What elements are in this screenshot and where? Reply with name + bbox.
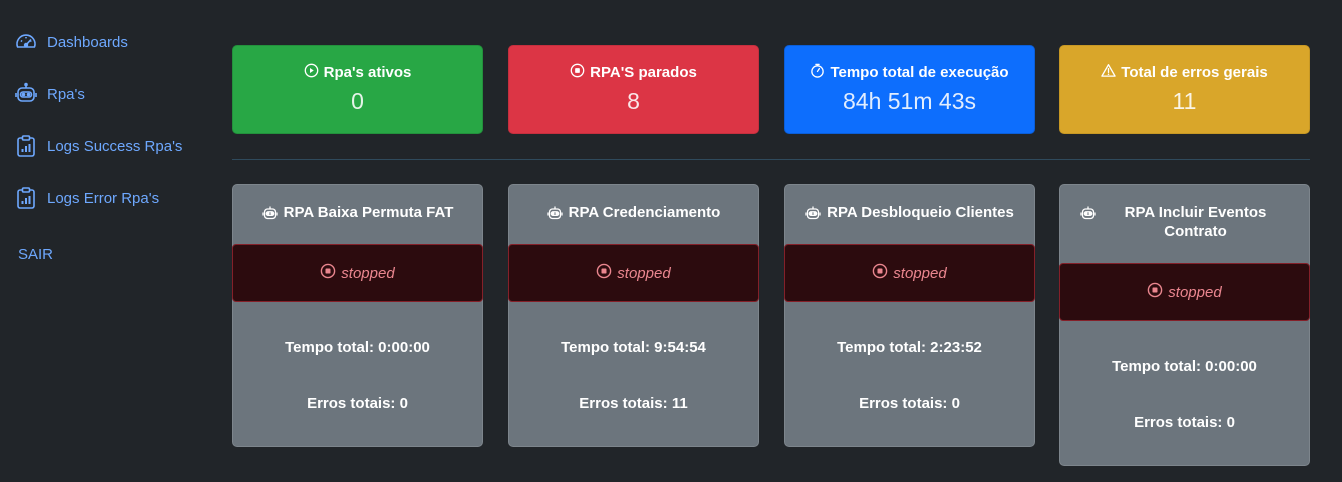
rpa-name: RPA Desbloqueio Clientes xyxy=(827,204,1014,221)
sidebar-item-label: Logs Success Rpa's xyxy=(47,137,183,155)
stat-title: Rpa's ativos xyxy=(323,64,412,81)
sidebar-item-dashboards[interactable]: Dashboards xyxy=(14,30,128,54)
logout-link[interactable]: SAIR xyxy=(18,246,53,263)
stat-value: 8 xyxy=(627,88,640,114)
total-time: Tempo total: 2:23:52 xyxy=(837,339,982,356)
status-badge: stopped xyxy=(1059,263,1310,321)
clipboard-chart-icon xyxy=(14,186,38,210)
stop-circle-icon xyxy=(596,263,612,283)
stop-circle-icon xyxy=(570,63,585,82)
robot-icon xyxy=(1080,203,1096,226)
sidebar-item-label: Rpa's xyxy=(47,85,85,103)
rpa-card[interactable]: RPA Desbloqueio Clientes stopped Tempo t… xyxy=(784,184,1035,447)
stat-card-execution-time: Tempo total de execução 84h 51m 43s xyxy=(784,45,1035,134)
stat-title: RPA'S parados xyxy=(590,64,697,81)
rpa-name: RPA Baixa Permuta FAT xyxy=(283,204,454,221)
status-text: stopped xyxy=(893,264,947,282)
total-errors: Erros totais: 0 xyxy=(1134,414,1235,431)
rpa-card[interactable]: RPA Credenciamento stopped Tempo total: … xyxy=(508,184,759,447)
stat-value: 0 xyxy=(351,88,364,114)
robot-icon xyxy=(805,203,821,226)
stopwatch-icon xyxy=(810,63,825,82)
stat-value: 84h 51m 43s xyxy=(843,88,976,114)
status-text: stopped xyxy=(617,264,671,282)
rpa-card[interactable]: RPA Incluir Eventos Contrato stopped Tem… xyxy=(1059,184,1310,466)
stop-circle-icon xyxy=(872,263,888,283)
total-time: Tempo total: 0:00:00 xyxy=(1112,358,1257,375)
status-text: stopped xyxy=(1168,283,1222,301)
sidebar-item-logs-error[interactable]: Logs Error Rpa's xyxy=(14,186,159,210)
warning-icon xyxy=(1101,63,1116,82)
status-badge: stopped xyxy=(784,244,1035,302)
total-time: Tempo total: 0:00:00 xyxy=(285,339,430,356)
stat-title: Tempo total de execução xyxy=(830,64,1009,81)
sidebar-item-rpas[interactable]: Rpa's xyxy=(14,82,85,106)
status-badge: stopped xyxy=(508,244,759,302)
rpa-card[interactable]: RPA Baixa Permuta FAT stopped Tempo tota… xyxy=(232,184,483,447)
total-time: Tempo total: 9:54:54 xyxy=(561,339,706,356)
robot-icon xyxy=(261,203,278,226)
sidebar: Dashboards Rpa's Logs Success Rpa's Logs… xyxy=(0,0,210,482)
robot-icon xyxy=(546,203,563,226)
stat-card-errors: Total de erros gerais 11 xyxy=(1059,45,1310,134)
total-errors: Erros totais: 0 xyxy=(307,395,408,412)
rpa-name: RPA Credenciamento xyxy=(568,204,721,221)
sidebar-item-label: Dashboards xyxy=(47,33,128,51)
clipboard-chart-icon xyxy=(14,134,38,158)
robot-icon xyxy=(14,82,38,106)
stat-value: 11 xyxy=(1172,88,1197,114)
section-divider xyxy=(232,159,1310,160)
total-errors: Erros totais: 11 xyxy=(579,395,688,412)
stat-card-stopped: RPA'S parados 8 xyxy=(508,45,759,134)
speedometer-icon xyxy=(14,30,38,54)
sidebar-item-label: Logs Error Rpa's xyxy=(47,189,160,207)
stat-card-active: Rpa's ativos 0 xyxy=(232,45,483,134)
play-circle-icon xyxy=(304,63,319,82)
stop-circle-icon xyxy=(320,263,336,283)
rpa-name: RPA Incluir Eventos Contrato xyxy=(1124,204,1267,240)
stop-circle-icon xyxy=(1147,282,1163,302)
status-badge: stopped xyxy=(232,244,483,302)
sidebar-item-logs-success[interactable]: Logs Success Rpa's xyxy=(14,134,182,158)
status-text: stopped xyxy=(341,264,395,282)
stat-title: Total de erros gerais xyxy=(1121,64,1268,81)
total-errors: Erros totais: 0 xyxy=(859,395,960,412)
